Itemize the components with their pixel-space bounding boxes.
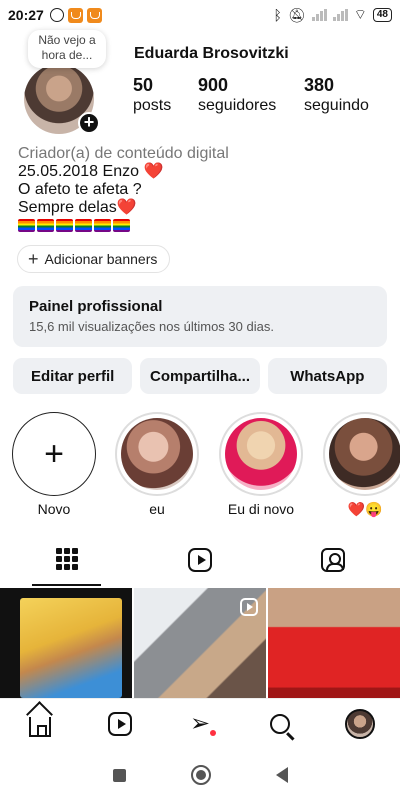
highlight-cover-image — [121, 418, 193, 490]
post-image — [20, 598, 122, 698]
rainbow-flag-icon — [56, 219, 73, 232]
rainbow-flags — [18, 219, 388, 232]
highlight-ring[interactable] — [115, 412, 199, 496]
highlight-new[interactable]: + Novo — [12, 412, 96, 517]
add-banners-button[interactable]: + Adicionar banners — [17, 245, 171, 273]
profile-tabs — [0, 540, 400, 586]
whatsapp-button[interactable]: WhatsApp — [267, 358, 387, 394]
bio-line: Sempre delas❤️ — [18, 199, 388, 217]
nav-reels[interactable] — [100, 704, 140, 744]
bluetooth-icon: ᛒ — [273, 7, 282, 23]
story-highlights: + Novo eu Eu di novo ❤️😛 — [0, 412, 400, 522]
profile-note[interactable]: Não vejo a hora de... — [28, 30, 106, 68]
add-banners-label: Adicionar banners — [44, 251, 158, 267]
stat-posts-label: posts — [133, 97, 172, 114]
rainbow-flag-icon — [18, 219, 35, 232]
stat-followers-value: 900 — [198, 75, 229, 95]
add-story-plus-icon[interactable]: + — [78, 112, 100, 134]
rainbow-flag-icon — [37, 219, 54, 232]
reels-icon — [187, 548, 212, 572]
stat-following-value: 380 — [304, 75, 335, 95]
home-circle-icon[interactable] — [190, 765, 211, 785]
rainbow-flag-icon — [113, 219, 130, 232]
reels-icon — [108, 711, 132, 736]
professional-dashboard[interactable]: Painel profissional 15,6 mil visualizaçõ… — [13, 286, 387, 347]
app-notification-icon — [67, 7, 83, 23]
rainbow-flag-icon — [94, 219, 111, 232]
stat-followers-label: seguidores — [198, 97, 277, 114]
pro-panel-title: Painel profissional — [29, 298, 163, 315]
stat-posts[interactable]: 50 posts — [133, 74, 198, 116]
highlight-cover-image — [329, 418, 400, 490]
bio-line-text: 25.05.2018 Enzo — [18, 163, 144, 180]
profile-username: Eduarda Brosovitzki — [134, 45, 289, 62]
highlight-ring[interactable] — [219, 412, 303, 496]
nav-profile[interactable] — [340, 704, 380, 744]
mute-icon: 🔕︎ — [287, 6, 306, 23]
profile-avatar — [345, 708, 375, 739]
profile-bio: Criador(a) de conteúdo digital 25.05.201… — [18, 145, 388, 232]
highlight-label: ❤️😛 — [347, 501, 383, 517]
edit-profile-button[interactable]: Editar perfil — [13, 358, 133, 394]
share-profile-button[interactable]: Compartilha... — [140, 358, 260, 394]
pro-panel-subtitle: 15,6 mil visualizações nos últimos 30 di… — [29, 319, 274, 334]
post-thumbnail[interactable] — [134, 588, 266, 698]
tagged-icon — [321, 548, 346, 572]
post-thumbnail[interactable] — [0, 588, 132, 698]
plus-icon: + — [28, 248, 39, 269]
signal-icon — [311, 9, 327, 21]
back-icon[interactable] — [275, 767, 288, 783]
profile-actions: Editar perfil Compartilha... WhatsApp — [13, 358, 387, 394]
highlight-eu[interactable]: eu — [115, 412, 199, 517]
plus-icon: + — [44, 435, 64, 473]
send-icon: ➢ — [189, 709, 211, 737]
recents-icon[interactable] — [112, 768, 126, 782]
tab-posts-grid[interactable] — [0, 540, 133, 586]
stat-posts-value: 50 — [133, 75, 154, 95]
profile-stats: 50 posts 900 seguidores 380 seguindo — [133, 74, 369, 116]
bio-line: 25.05.2018 Enzo ❤️ — [18, 163, 388, 181]
bio-line-text: Sempre delas — [18, 199, 117, 216]
status-time: 20:27 — [8, 7, 44, 23]
wifi-icon: ⌔ — [353, 6, 367, 22]
bio-category: Criador(a) de conteúdo digital — [18, 145, 229, 162]
app-notification-icon — [86, 7, 102, 23]
nav-direct[interactable]: ➢ — [180, 704, 220, 744]
system-navigation — [0, 750, 400, 800]
highlight-label: Novo — [37, 501, 71, 517]
battery-icon: 48 — [372, 8, 392, 22]
stat-followers[interactable]: 900 seguidores — [198, 74, 304, 116]
bio-line: O afeto te afeta ? — [18, 181, 142, 198]
nav-home[interactable] — [20, 704, 60, 744]
home-icon — [29, 716, 51, 737]
bottom-navigation: ➢ — [0, 698, 400, 748]
stat-following[interactable]: 380 seguindo — [304, 74, 369, 116]
status-bar: 20:27 ᛒ 🔕︎ ⌔ 48 — [0, 0, 400, 30]
heart-emoji: ❤️ — [116, 199, 137, 216]
signal-icon — [332, 9, 348, 21]
tab-reels[interactable] — [133, 540, 266, 586]
heart-emoji: ❤️ — [143, 163, 164, 180]
nav-search[interactable] — [260, 704, 300, 744]
notification-dot — [210, 729, 216, 736]
whatsapp-icon — [49, 8, 64, 22]
search-icon — [270, 713, 290, 734]
highlight-ring[interactable]: + — [12, 412, 96, 496]
highlight-label: Eu di novo — [227, 501, 295, 517]
highlight-eu-di-novo[interactable]: Eu di novo — [219, 412, 303, 517]
highlight-emoji[interactable]: ❤️😛 — [323, 412, 400, 518]
highlight-cover-image — [225, 418, 297, 490]
highlight-label: eu — [149, 501, 165, 517]
reel-badge-icon — [240, 598, 258, 616]
posts-grid — [0, 588, 400, 698]
rainbow-flag-icon — [75, 219, 92, 232]
post-thumbnail[interactable] — [268, 588, 400, 698]
grid-icon — [55, 548, 78, 570]
tab-tagged[interactable] — [267, 540, 400, 586]
profile-avatar-wrap[interactable]: + — [24, 64, 100, 140]
stat-following-label: seguindo — [304, 97, 369, 114]
highlight-ring[interactable] — [323, 412, 400, 496]
